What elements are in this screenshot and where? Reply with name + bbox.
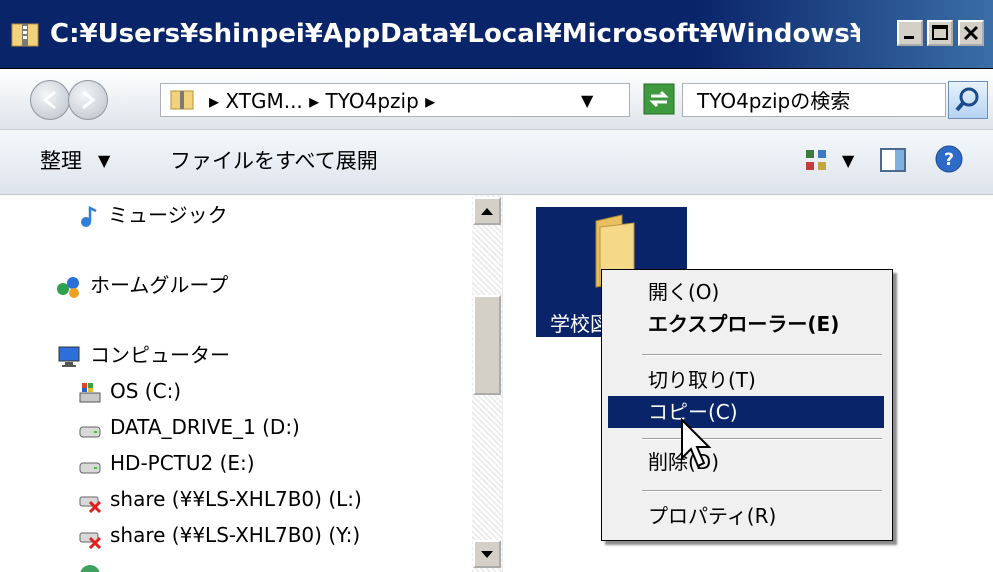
view-caret-icon[interactable]: ▼	[842, 146, 854, 176]
drive-icon	[79, 462, 101, 473]
tree-item-drive-d[interactable]: DATA_DRIVE_1 (D:)	[78, 411, 300, 443]
tree-item-homegroup[interactable]: ホームグループ	[56, 269, 228, 301]
organize-button[interactable]: 整理	[40, 146, 82, 176]
arrow-left-icon	[42, 90, 56, 110]
address-row: ▸ XTGM... ▸ TYO4pzip ▸ ▼ TYO4pzipの検索	[0, 69, 993, 130]
preview-pane-icon[interactable]	[880, 148, 906, 172]
tree-item-label: ミュージック	[108, 203, 228, 227]
tree-item-label: share (¥¥LS-XHL7B0) (L:)	[110, 487, 362, 511]
computer-icon	[58, 346, 80, 367]
network-icon	[80, 564, 100, 572]
address-dropdown[interactable]: ▼	[581, 88, 593, 114]
search-icon	[955, 87, 979, 112]
scroll-up-button[interactable]	[473, 197, 501, 225]
network-drive-disconnected-icon	[79, 532, 102, 549]
tree-item-drive-c[interactable]: OS (C:)	[78, 375, 181, 407]
scroll-down-button[interactable]	[473, 540, 501, 568]
command-bar: 整理 ▼ ファイルをすべて展開 ▼ ?	[0, 130, 993, 195]
homegroup-icon	[57, 276, 79, 298]
back-button[interactable]	[30, 80, 70, 120]
minimize-button[interactable]	[897, 20, 923, 46]
tree-item-label: HD-PCTU2 (E:)	[110, 451, 255, 475]
tree-item-partial	[78, 557, 110, 572]
explorer-window: C:¥Users¥shinpei¥AppData¥Local¥Microsoft…	[0, 0, 993, 572]
menu-item-open[interactable]: 開く(O)	[608, 276, 884, 308]
tree-item-music[interactable]: ミュージック	[78, 199, 228, 231]
extract-all-button[interactable]: ファイルをすべて展開	[170, 146, 378, 176]
address-path[interactable]: ▸ XTGM... ▸ TYO4pzip ▸	[209, 88, 435, 114]
help-icon[interactable]: ?	[934, 144, 964, 174]
search-input[interactable]: TYO4pzipの検索	[682, 83, 946, 117]
minimize-icon	[904, 36, 914, 39]
mouse-pointer-icon	[681, 418, 712, 468]
forward-button[interactable]	[68, 80, 108, 120]
address-bar[interactable]: ▸ XTGM... ▸ TYO4pzip ▸ ▼	[160, 83, 630, 117]
title-bar[interactable]: C:¥Users¥shinpei¥AppData¥Local¥Microsoft…	[0, 0, 993, 69]
tree-item-drive-y[interactable]: share (¥¥LS-XHL7B0) (Y:)	[78, 519, 360, 551]
network-drive-disconnected-icon	[79, 496, 102, 513]
tree-item-drive-e[interactable]: HD-PCTU2 (E:)	[78, 447, 255, 479]
os-drive-icon	[79, 382, 101, 402]
tree-item-label: share (¥¥LS-XHL7B0) (Y:)	[110, 523, 361, 547]
menu-item-cut[interactable]: 切り取り(T)	[608, 364, 884, 396]
menu-item-delete[interactable]: 削除(D)	[608, 446, 884, 478]
navigation-pane[interactable]: ミュージック ホームグループ コンピューター OS (C:) DATA_DRIV…	[0, 195, 472, 572]
arrow-right-icon	[82, 90, 96, 110]
tree-item-label: OS (C:)	[110, 379, 182, 403]
menu-separator	[642, 438, 882, 440]
maximize-icon	[932, 25, 948, 40]
folder-zip-icon	[170, 90, 194, 110]
svg-text:?: ?	[944, 150, 954, 170]
arrow-up-icon	[481, 208, 493, 215]
tree-item-label: ホームグループ	[90, 273, 229, 297]
maximize-button[interactable]	[927, 20, 953, 46]
tree-item-computer[interactable]: コンピューター	[56, 339, 230, 371]
context-menu: 開く(O) エクスプローラー(E) 切り取り(T) コピー(C) 削除(D) プ…	[601, 269, 893, 541]
tree-item-drive-l[interactable]: share (¥¥LS-XHL7B0) (L:)	[78, 483, 362, 515]
organize-caret-icon[interactable]: ▼	[98, 146, 110, 176]
menu-separator	[642, 354, 882, 356]
search-placeholder: TYO4pzipの検索	[697, 89, 851, 113]
menu-item-copy[interactable]: コピー(C)	[608, 396, 884, 428]
arrow-down-icon	[481, 551, 493, 558]
tree-item-label: コンピューター	[90, 343, 230, 367]
search-button[interactable]	[948, 81, 988, 119]
nav-scrollbar[interactable]	[472, 195, 502, 572]
music-icon	[81, 205, 97, 227]
menu-item-properties[interactable]: プロパティ(R)	[608, 500, 884, 532]
refresh-icon[interactable]	[643, 83, 675, 115]
menu-separator	[642, 490, 882, 492]
window-title: C:¥Users¥shinpei¥AppData¥Local¥Microsoft…	[50, 19, 860, 49]
close-button[interactable]	[958, 20, 984, 46]
menu-item-explorer[interactable]: エクスプローラー(E)	[608, 308, 884, 340]
close-icon	[963, 25, 979, 41]
tree-item-label: DATA_DRIVE_1 (D:)	[110, 415, 300, 439]
drive-icon	[79, 426, 101, 437]
view-options-icon[interactable]	[804, 148, 828, 172]
folder-zip-icon	[11, 23, 39, 47]
scrollbar-thumb[interactable]	[473, 295, 501, 395]
